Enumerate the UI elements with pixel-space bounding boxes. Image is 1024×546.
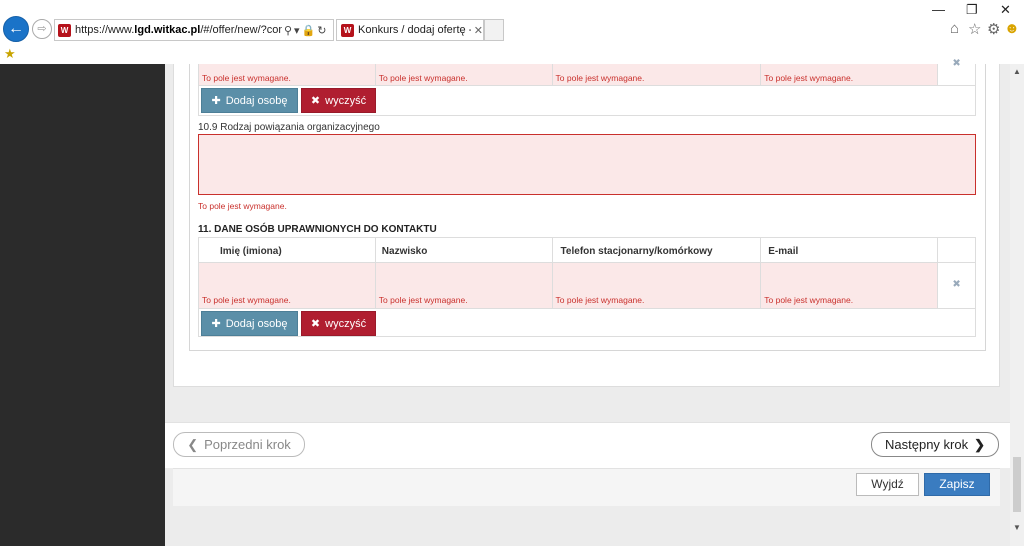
url-text: https://www.lgd.witkac.pl/#/offer/new/?c… — [75, 24, 282, 36]
chevron-left-icon: ❮ — [187, 436, 199, 452]
restore-icon[interactable]: ❐ — [966, 2, 978, 18]
table-cell[interactable]: To pole jest wymagane. — [761, 64, 939, 86]
favorites-star-icon[interactable]: ☆ — [968, 20, 981, 38]
table-cell[interactable]: To pole jest wymagane. — [552, 64, 762, 86]
url-prefix: https://www. — [75, 24, 135, 36]
add-person-label: Dodaj osobę — [225, 94, 288, 107]
address-bar[interactable]: W https://www.lgd.witkac.pl/#/offer/new/… — [54, 19, 334, 41]
plus-icon: ✚ — [211, 95, 221, 107]
exit-button[interactable]: Wyjdź — [856, 473, 919, 496]
tab-close-icon[interactable]: ✕ — [474, 24, 483, 37]
table-cell[interactable]: To pole jest wymagane. — [199, 64, 376, 86]
error-message: To pole jest wymagane. — [202, 295, 291, 305]
page-scrollbar[interactable]: ▲ ▼ — [1010, 64, 1024, 546]
contacts-table-11: Imię (imiona) Nazwisko Telefon stacjonar… — [198, 237, 976, 337]
table-actions: ✚ Dodaj osobę ✖ wyczyść — [199, 85, 975, 113]
error-message: To pole jest wymagane. — [202, 73, 291, 83]
x-icon: ✖ — [310, 318, 321, 330]
table-cell: ✖ — [938, 58, 975, 86]
favorites-bar-star-icon[interactable]: ★ — [4, 46, 16, 62]
clear-button[interactable]: ✖ wyczyść — [301, 311, 376, 336]
scroll-up-icon[interactable]: ▲ — [1010, 66, 1024, 78]
home-icon[interactable]: ⌂ — [950, 20, 959, 37]
remove-row-icon[interactable]: ✖ — [938, 279, 975, 290]
new-tab-button[interactable] — [484, 19, 504, 41]
column-header: Imię (imiona) — [199, 238, 376, 263]
clear-label: wyczyść — [325, 94, 367, 107]
next-step-button[interactable]: Następny krok ❯ — [871, 432, 999, 457]
error-message: To pole jest wymagane. — [555, 295, 645, 305]
url-rest: /#/offer/new/?contestid= — [200, 24, 282, 36]
left-sidebar-dark — [0, 64, 165, 546]
table-cell[interactable]: To pole jest wymagane. — [375, 64, 553, 86]
section-11-title: 11. DANE OSÓB UPRAWNIONYCH DO KONTAKTU — [198, 224, 437, 235]
table-row: To pole jest wymagane. To pole jest wyma… — [199, 263, 975, 308]
add-person-button[interactable]: ✚ Dodaj osobę — [201, 311, 298, 336]
field-10-9-label: 10.9 Rodzaj powiązania organizacyjnego — [198, 122, 380, 133]
table-row: To pole jest wymagane. To pole jest wyma… — [199, 58, 975, 86]
column-header-empty — [938, 238, 976, 263]
add-person-label: Dodaj osobę — [225, 317, 288, 330]
add-person-button[interactable]: ✚ Dodaj osobę — [201, 88, 298, 113]
minimize-icon[interactable]: — — [932, 2, 945, 17]
first-name-cell[interactable]: To pole jest wymagane. — [199, 263, 376, 308]
error-message: To pole jest wymagane. — [764, 73, 854, 83]
error-message: To pole jest wymagane. — [378, 295, 468, 305]
field-10-9-error: To pole jest wymagane. — [198, 201, 287, 211]
x-icon: ✖ — [310, 95, 321, 107]
error-message: To pole jest wymagane. — [555, 73, 645, 83]
tab-favicon-icon: W — [341, 23, 354, 37]
forward-arrow-icon[interactable]: ⇨ — [32, 19, 52, 39]
column-header: Telefon stacjonarny/komórkowy — [552, 238, 762, 263]
column-header: E-mail — [761, 238, 939, 263]
chevron-right-icon: ❯ — [974, 436, 985, 452]
plus-icon: ✚ — [211, 318, 221, 330]
window-close-icon[interactable]: ✕ — [1000, 2, 1011, 18]
next-step-label: Następny krok — [885, 437, 969, 452]
back-arrow-icon[interactable]: ← — [3, 16, 29, 42]
scroll-down-icon[interactable]: ▼ — [1010, 522, 1024, 534]
previous-step-button[interactable]: ❮ Poprzedni krok — [173, 432, 305, 457]
remove-row-icon[interactable]: ✖ — [938, 58, 975, 69]
table-header-row: Imię (imiona) Nazwisko Telefon stacjonar… — [199, 238, 976, 263]
clear-button[interactable]: ✖ wyczyść — [301, 88, 376, 113]
smiley-feedback-icon[interactable]: ☻ — [1004, 20, 1020, 37]
email-cell[interactable]: To pole jest wymagane. — [761, 263, 939, 308]
url-domain: lgd.witkac.pl — [134, 24, 201, 36]
error-message: To pole jest wymagane. — [378, 73, 468, 83]
previous-step-label: Poprzedni krok — [204, 437, 291, 452]
clear-label: wyczyść — [325, 317, 367, 330]
browser-chrome: ← ⇨ W https://www.lgd.witkac.pl/#/offer/… — [0, 0, 1024, 64]
last-name-cell[interactable]: To pole jest wymagane. — [375, 263, 553, 308]
settings-gear-icon[interactable]: ⚙ — [987, 20, 1000, 38]
persons-table-10: To pole jest wymagane. To pole jest wyma… — [198, 58, 976, 116]
scrollbar-thumb[interactable] — [1013, 457, 1021, 512]
field-10-9-textarea[interactable] — [198, 134, 976, 195]
browser-tab[interactable]: W Konkurs / dodaj ofertę - wit... ✕ — [336, 19, 484, 41]
tab-title: Konkurs / dodaj ofertę - wit... — [358, 24, 471, 36]
column-header: Nazwisko — [375, 238, 553, 263]
table-cell: ✖ — [938, 263, 975, 308]
phone-cell[interactable]: To pole jest wymagane. — [552, 263, 762, 308]
error-message: To pole jest wymagane. — [764, 295, 854, 305]
address-bar-icons[interactable]: ⚲▾🔒↻ — [284, 24, 329, 37]
site-favicon-icon: W — [58, 23, 71, 37]
table-actions: ✚ Dodaj osobę ✖ wyczyść — [199, 308, 975, 336]
save-button[interactable]: Zapisz — [924, 473, 990, 496]
